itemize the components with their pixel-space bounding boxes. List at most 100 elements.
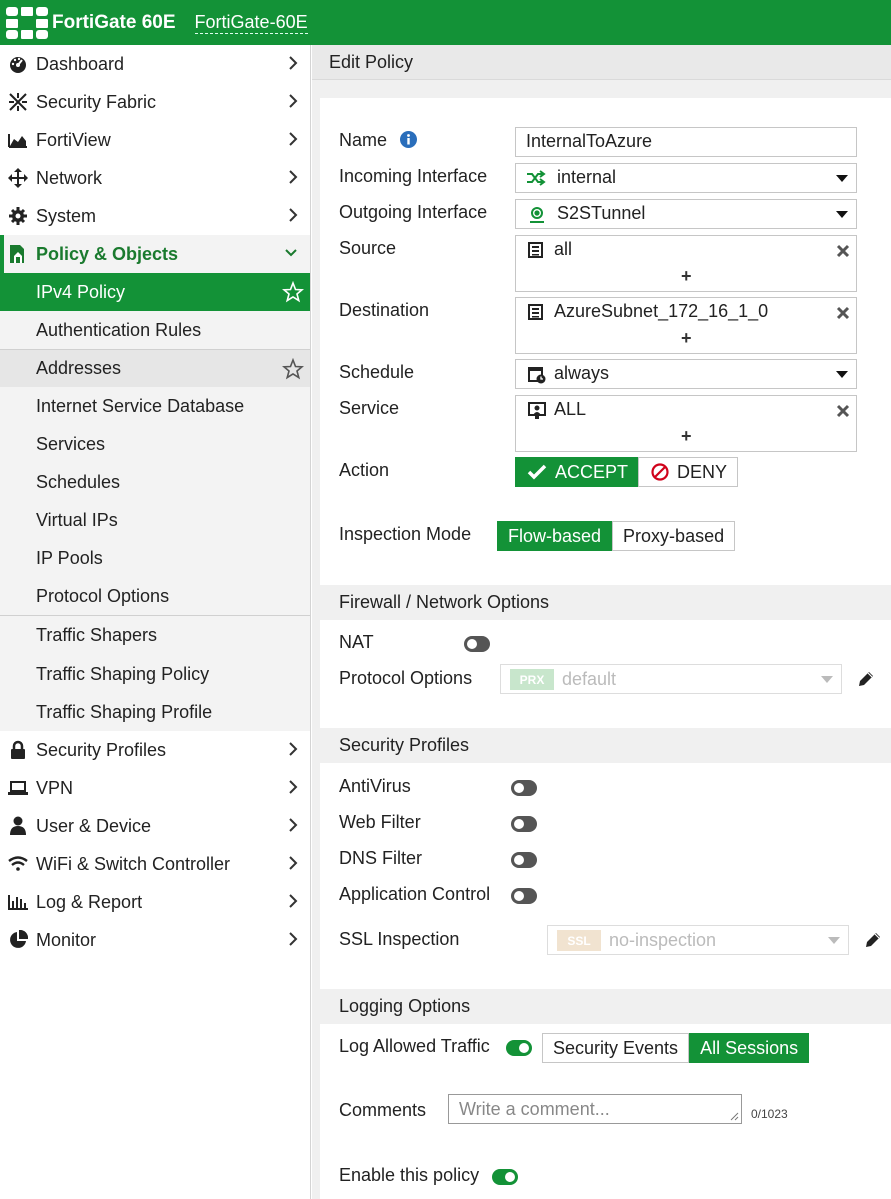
sidebar-item-security-profiles[interactable]: Security Profiles bbox=[0, 731, 310, 769]
sidebar-sub-label: Schedules bbox=[36, 471, 121, 492]
ssl-inspection-select[interactable]: SSL no-inspection bbox=[547, 925, 849, 955]
edit-pencil-icon[interactable] bbox=[864, 931, 882, 954]
proxy-based-button[interactable]: Proxy-based bbox=[612, 521, 736, 551]
caret-down-icon bbox=[828, 937, 840, 944]
protocol-options-value: default bbox=[562, 669, 617, 689]
address-icon bbox=[528, 242, 544, 263]
log-mode-toggle: Security Events All Sessions bbox=[542, 1033, 810, 1063]
sidebar-item-monitor[interactable]: Monitor bbox=[0, 921, 310, 959]
remove-icon[interactable] bbox=[836, 304, 850, 325]
sidebar-sub-label: Virtual IPs bbox=[36, 509, 118, 530]
sidebar-item-log-report[interactable]: Log & Report bbox=[0, 883, 310, 921]
web-filter-toggle[interactable] bbox=[511, 816, 537, 832]
protocol-options-select[interactable]: PRX default bbox=[500, 664, 842, 694]
sidebar-sub-label: Internet Service Database bbox=[36, 395, 245, 416]
page-title: Edit Policy bbox=[312, 45, 891, 80]
chevron-right-icon bbox=[288, 931, 298, 952]
destination-value: AzureSubnet_172_16_1_0 bbox=[554, 301, 769, 321]
sidebar-sub-virtual-ips[interactable]: Virtual IPs bbox=[0, 501, 310, 539]
remove-icon[interactable] bbox=[836, 242, 850, 263]
chevron-right-icon bbox=[288, 779, 298, 800]
sidebar-item-network[interactable]: Network bbox=[0, 159, 310, 197]
sidebar-item-dashboard[interactable]: Dashboard bbox=[0, 45, 310, 83]
add-source-button[interactable]: + bbox=[681, 266, 692, 287]
sidebar-sub-ipv4-policy[interactable]: IPv4 Policy bbox=[0, 273, 310, 311]
comments-placeholder: Write a comment... bbox=[459, 1098, 610, 1119]
star-icon[interactable] bbox=[281, 280, 305, 308]
top-bar: FortiGate 60E FortiGate-60E bbox=[0, 0, 891, 45]
user-icon bbox=[8, 816, 28, 836]
hostname-link[interactable]: FortiGate-60E bbox=[194, 11, 308, 34]
chart-icon bbox=[8, 132, 28, 148]
sidebar-sub-internet-service-database[interactable]: Internet Service Database bbox=[0, 387, 310, 425]
source-field[interactable]: all + bbox=[515, 235, 857, 292]
chevron-right-icon bbox=[288, 169, 298, 190]
dns-filter-toggle[interactable] bbox=[511, 852, 537, 868]
edit-pencil-icon[interactable] bbox=[857, 670, 875, 693]
incoming-interface-select[interactable]: internal bbox=[515, 163, 857, 193]
enable-policy-label: Enable this policy bbox=[339, 1165, 480, 1185]
sidebar-sub-schedules[interactable]: Schedules bbox=[0, 463, 310, 501]
star-icon[interactable] bbox=[281, 357, 305, 385]
sidebar-sub-ip-pools[interactable]: IP Pools bbox=[0, 539, 310, 577]
chevron-right-icon bbox=[288, 741, 298, 762]
sidebar-item-fortiview[interactable]: FortiView bbox=[0, 121, 310, 159]
resize-handle-icon[interactable] bbox=[729, 1111, 739, 1121]
log-allowed-traffic-toggle[interactable] bbox=[506, 1040, 532, 1056]
fortinet-logo-icon[interactable] bbox=[4, 5, 50, 41]
outgoing-interface-select[interactable]: S2STunnel bbox=[515, 199, 857, 229]
name-input[interactable]: InternalToAzure bbox=[515, 127, 857, 157]
sidebar-sub-label: Authentication Rules bbox=[36, 319, 202, 340]
schedule-value: always bbox=[554, 363, 610, 383]
sidebar-item-vpn[interactable]: VPN bbox=[0, 769, 310, 807]
nat-label: NAT bbox=[339, 632, 374, 652]
service-icon bbox=[528, 402, 546, 425]
destination-field[interactable]: AzureSubnet_172_16_1_0 + bbox=[515, 297, 857, 354]
sidebar-item-label: Log & Report bbox=[36, 891, 143, 912]
remove-icon[interactable] bbox=[836, 402, 850, 423]
security-events-button[interactable]: Security Events bbox=[542, 1033, 690, 1063]
sidebar-sub-addresses[interactable]: Addresses bbox=[0, 349, 310, 387]
add-service-button[interactable]: + bbox=[681, 426, 692, 447]
sidebar-sub-protocol-options[interactable]: Protocol Options bbox=[0, 577, 310, 615]
schedule-select[interactable]: always bbox=[515, 359, 857, 389]
protocol-options-label: Protocol Options bbox=[339, 668, 473, 688]
sidebar-sub-traffic-shapers[interactable]: Traffic Shapers bbox=[0, 615, 310, 655]
deny-button[interactable]: DENY bbox=[638, 457, 739, 487]
sidebar-sub-authentication-rules[interactable]: Authentication Rules bbox=[0, 311, 310, 349]
sidebar-item-wifi-switch[interactable]: WiFi & Switch Controller bbox=[0, 845, 310, 883]
network-icon bbox=[8, 168, 28, 188]
service-value: ALL bbox=[554, 399, 587, 419]
sidebar-sub-services[interactable]: Services bbox=[0, 425, 310, 463]
sidebar-item-system[interactable]: System bbox=[0, 197, 310, 235]
chevron-right-icon bbox=[288, 817, 298, 838]
sidebar-item-user-device[interactable]: User & Device bbox=[0, 807, 310, 845]
accept-button[interactable]: ACCEPT bbox=[515, 457, 639, 487]
caret-down-icon bbox=[821, 676, 833, 683]
fabric-icon bbox=[8, 92, 28, 112]
sidebar-item-label: Policy & Objects bbox=[36, 243, 179, 264]
sidebar-item-security-fabric[interactable]: Security Fabric bbox=[0, 83, 310, 121]
enable-policy-toggle[interactable] bbox=[492, 1169, 518, 1185]
sidebar-sub-traffic-shaping-policy[interactable]: Traffic Shaping Policy bbox=[0, 655, 310, 693]
all-sessions-button[interactable]: All Sessions bbox=[689, 1033, 810, 1063]
nat-toggle[interactable] bbox=[464, 636, 490, 652]
flow-based-button[interactable]: Flow-based bbox=[497, 521, 613, 551]
dashboard-icon bbox=[8, 55, 28, 73]
ssl-badge: SSL bbox=[557, 930, 601, 951]
outgoing-interface-value: S2STunnel bbox=[557, 203, 646, 223]
info-icon[interactable] bbox=[400, 131, 418, 153]
application-control-toggle[interactable] bbox=[511, 888, 537, 904]
product-name: FortiGate 60E bbox=[52, 11, 176, 33]
name-value: InternalToAzure bbox=[526, 131, 653, 151]
accept-label: ACCEPT bbox=[555, 461, 629, 482]
sidebar-item-label: Security Profiles bbox=[36, 739, 167, 760]
antivirus-toggle[interactable] bbox=[511, 780, 537, 796]
incoming-interface-label: Incoming Interface bbox=[339, 166, 488, 186]
comments-textarea[interactable]: Write a comment... bbox=[448, 1094, 742, 1124]
add-destination-button[interactable]: + bbox=[681, 328, 692, 349]
service-field[interactable]: ALL + bbox=[515, 395, 857, 452]
sidebar-sub-traffic-shaping-profile[interactable]: Traffic Shaping Profile bbox=[0, 693, 310, 731]
web-filter-label: Web Filter bbox=[339, 812, 421, 832]
sidebar-item-policy-objects[interactable]: Policy & Objects bbox=[0, 235, 310, 273]
